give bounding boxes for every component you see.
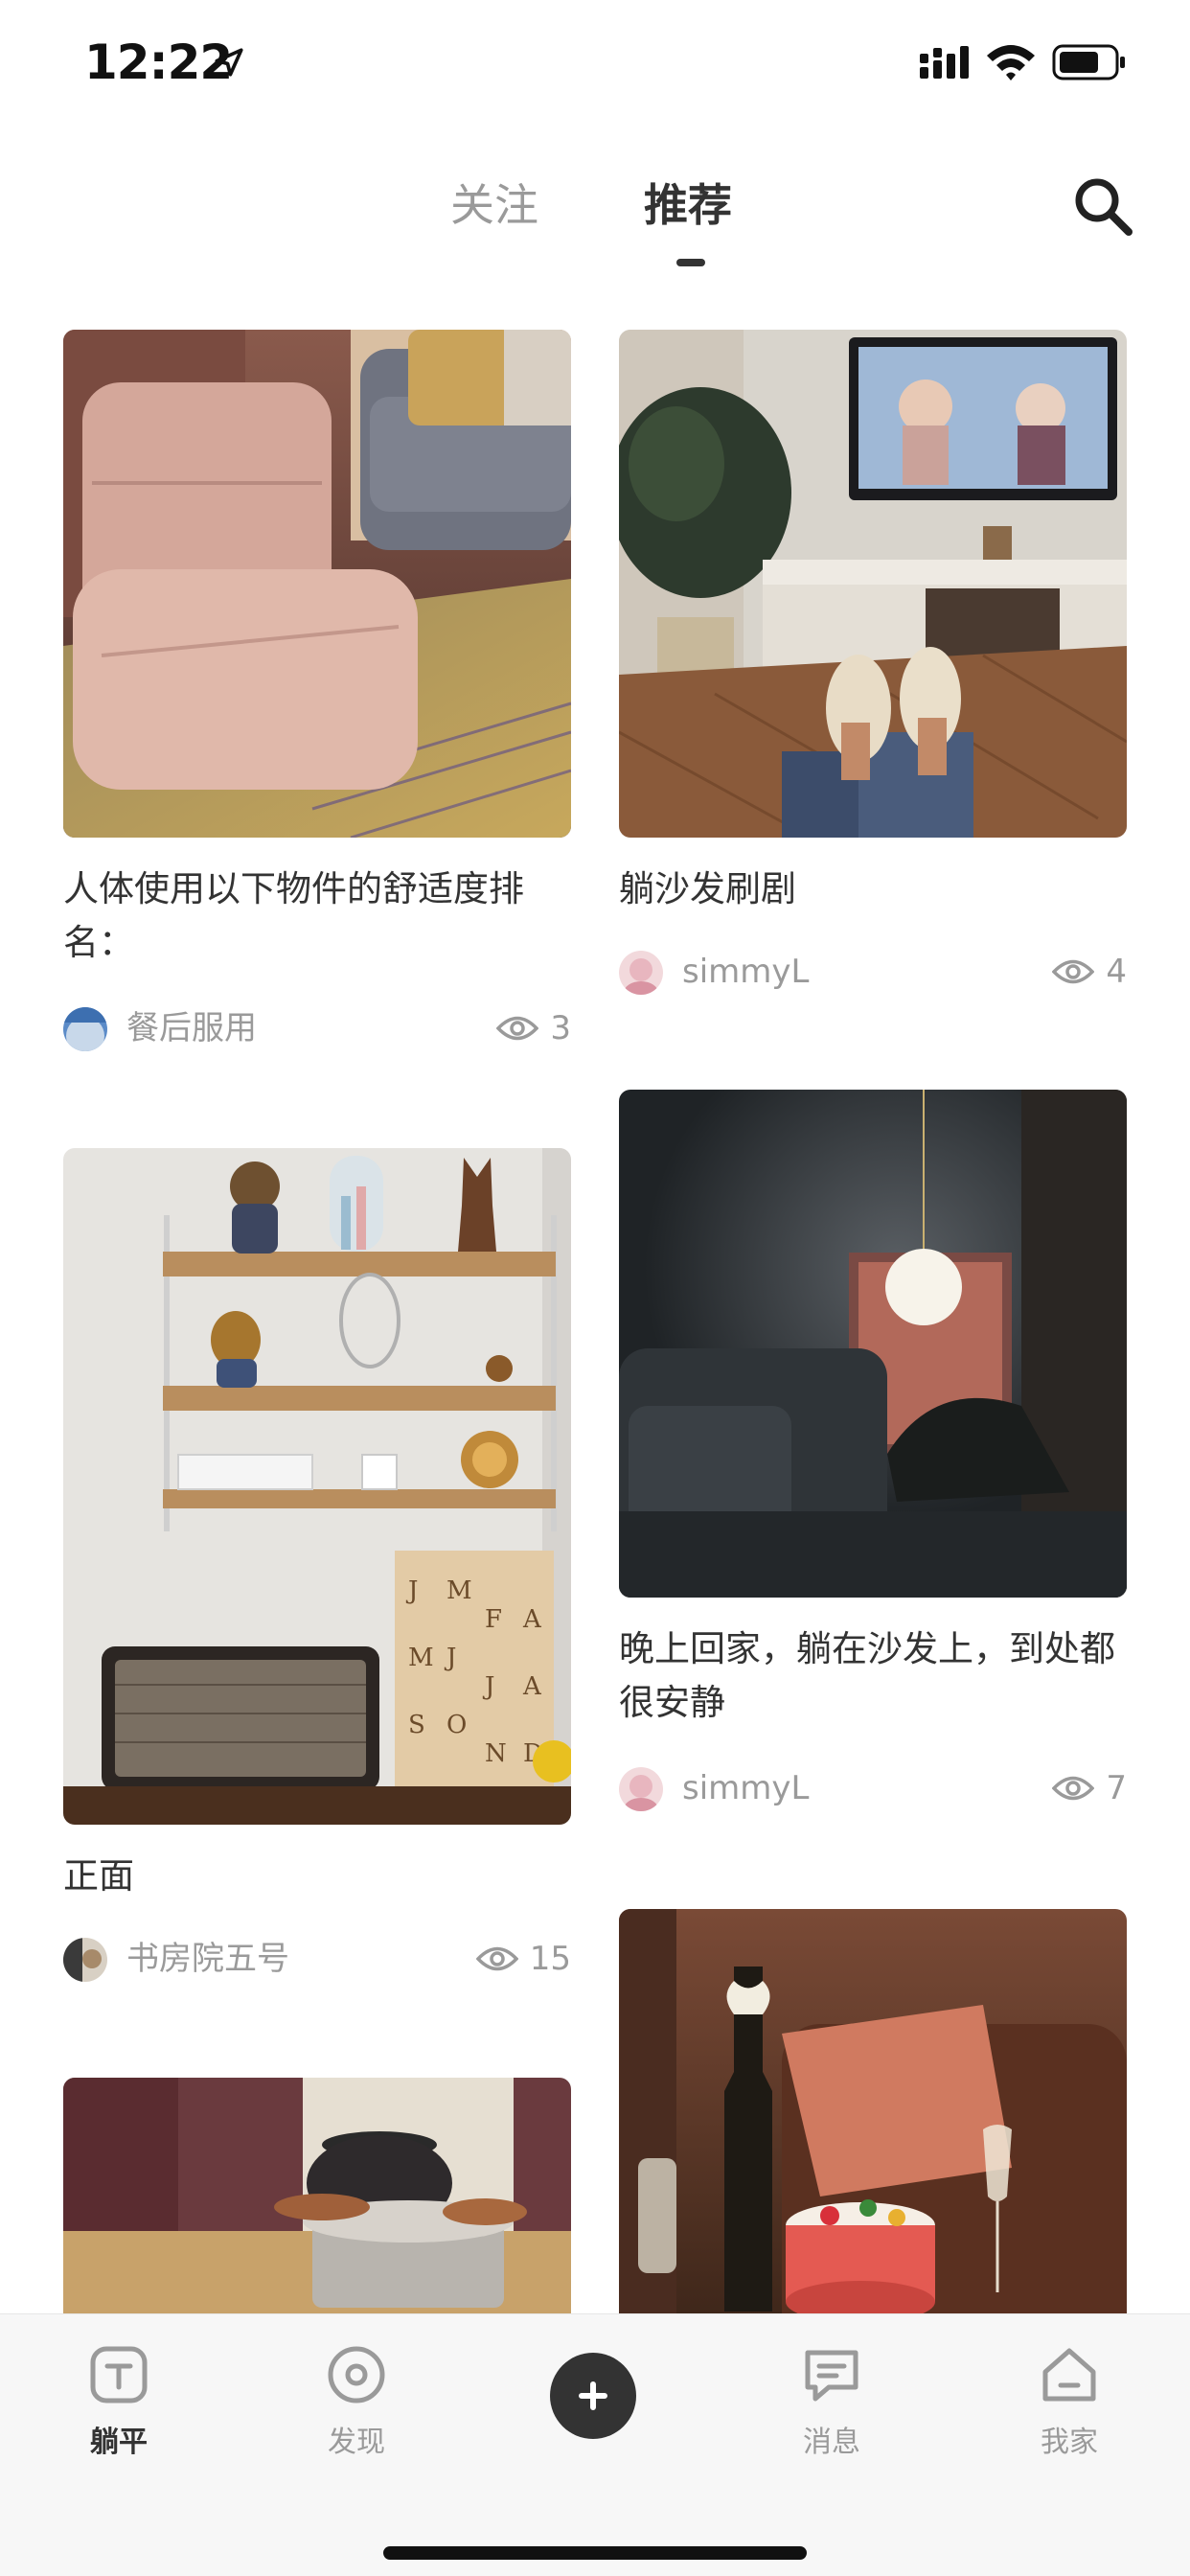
tangping-icon xyxy=(90,2346,148,2404)
tab-label: 我家 xyxy=(1041,2426,1098,2459)
svg-text:J: J xyxy=(444,1644,456,1672)
plus-icon xyxy=(579,2381,607,2410)
svg-text:S: S xyxy=(408,1711,425,1739)
view-count-group: 4 xyxy=(1052,951,1127,993)
cellular-signal-icon xyxy=(920,46,969,79)
card-title[interactable]: 晚上回家，躺在沙发上，到处都很安静 xyxy=(619,1622,1127,1730)
feed-card[interactable]: 人体使用以下物件的舒适度排名： 餐后服用 3 xyxy=(63,330,571,1058)
eye-icon xyxy=(1052,1776,1095,1801)
card-image[interactable] xyxy=(63,330,571,838)
battery-icon xyxy=(1052,44,1125,80)
card-meta: 书房院五号 15 xyxy=(63,1936,571,1982)
status-time: 12:22 xyxy=(84,34,233,90)
svg-text:M: M xyxy=(408,1644,434,1672)
card-title[interactable]: 人体使用以下物件的舒适度排名： xyxy=(63,862,571,970)
svg-text:A: A xyxy=(522,1672,542,1701)
bottom-tab-bar: 躺平 发现 消息 我家 xyxy=(0,2313,1190,2576)
author-name[interactable]: 书房院五号 xyxy=(126,1938,289,1980)
card-image[interactable] xyxy=(619,1090,1127,1598)
view-count: 7 xyxy=(1106,1769,1127,1807)
author-avatar[interactable] xyxy=(619,1767,663,1811)
tab-label: 消息 xyxy=(803,2426,860,2459)
discover-icon xyxy=(328,2346,385,2404)
view-count: 15 xyxy=(529,1940,571,1978)
feed-card[interactable] xyxy=(63,2078,571,2365)
svg-text:J: J xyxy=(405,1576,418,1605)
svg-text:J: J xyxy=(482,1672,494,1701)
message-icon xyxy=(805,2350,858,2402)
svg-text:A: A xyxy=(522,1605,542,1634)
card-meta: 餐后服用 3 xyxy=(63,1005,571,1051)
card-image[interactable]: JM FA MJ JA SO ND xyxy=(63,1148,571,1825)
tab-recommend[interactable]: 推荐 xyxy=(644,171,732,234)
feed-card[interactable]: 晚上回家，躺在沙发上，到处都很安静 simmyL 7 xyxy=(619,1090,1127,1818)
author-name[interactable]: simmyL xyxy=(682,951,809,993)
feed-card[interactable]: JM FA MJ JA SO ND 正面 书房院五号 15 xyxy=(63,1148,571,1991)
author-name[interactable]: simmyL xyxy=(682,1767,809,1809)
view-count-group: 3 xyxy=(496,1007,571,1049)
tab-label: 躺平 xyxy=(90,2426,148,2459)
home-icon xyxy=(1042,2348,1096,2402)
eye-icon xyxy=(475,1946,518,1971)
author-avatar[interactable] xyxy=(619,951,663,995)
tab-label: 发现 xyxy=(328,2426,385,2459)
tab-messages[interactable]: 消息 xyxy=(765,2343,899,2468)
eye-icon xyxy=(1052,959,1095,984)
svg-text:O: O xyxy=(446,1711,467,1739)
card-image[interactable] xyxy=(619,330,1127,838)
publish-button[interactable] xyxy=(550,2353,636,2439)
card-image[interactable] xyxy=(619,1909,1127,2350)
view-count: 4 xyxy=(1106,953,1127,991)
author-avatar[interactable] xyxy=(63,1938,107,1982)
svg-text:N: N xyxy=(485,1739,507,1768)
view-count: 3 xyxy=(550,1009,571,1047)
active-tab-indicator xyxy=(676,259,705,266)
status-bar: 12:22 xyxy=(0,0,1190,134)
eye-icon xyxy=(496,1016,539,1041)
svg-text:M: M xyxy=(446,1576,472,1605)
card-meta: simmyL 7 xyxy=(619,1765,1127,1811)
home-indicator[interactable] xyxy=(383,2546,807,2560)
tab-my-home[interactable]: 我家 xyxy=(1002,2343,1136,2468)
wifi-icon xyxy=(987,45,1035,80)
view-count-group: 7 xyxy=(1052,1767,1127,1809)
view-count-group: 15 xyxy=(475,1938,571,1980)
feed-card[interactable] xyxy=(619,1909,1127,2350)
card-title[interactable]: 躺沙发刷剧 xyxy=(619,862,1127,916)
tab-follow[interactable]: 关注 xyxy=(450,171,538,234)
card-meta: simmyL 4 xyxy=(619,949,1127,995)
card-title[interactable]: 正面 xyxy=(63,1850,571,1903)
search-icon[interactable] xyxy=(1071,174,1134,238)
author-avatar[interactable] xyxy=(63,1007,107,1051)
author-name[interactable]: 餐后服用 xyxy=(126,1007,257,1049)
tab-tangping[interactable]: 躺平 xyxy=(52,2343,186,2468)
location-arrow-icon xyxy=(215,48,243,77)
tab-discover[interactable]: 发现 xyxy=(289,2343,423,2468)
feed-card[interactable]: 躺沙发刷剧 simmyL 4 xyxy=(619,330,1127,1000)
feed-tabs: 关注 推荐 xyxy=(0,153,1190,288)
svg-text:F: F xyxy=(485,1605,502,1634)
